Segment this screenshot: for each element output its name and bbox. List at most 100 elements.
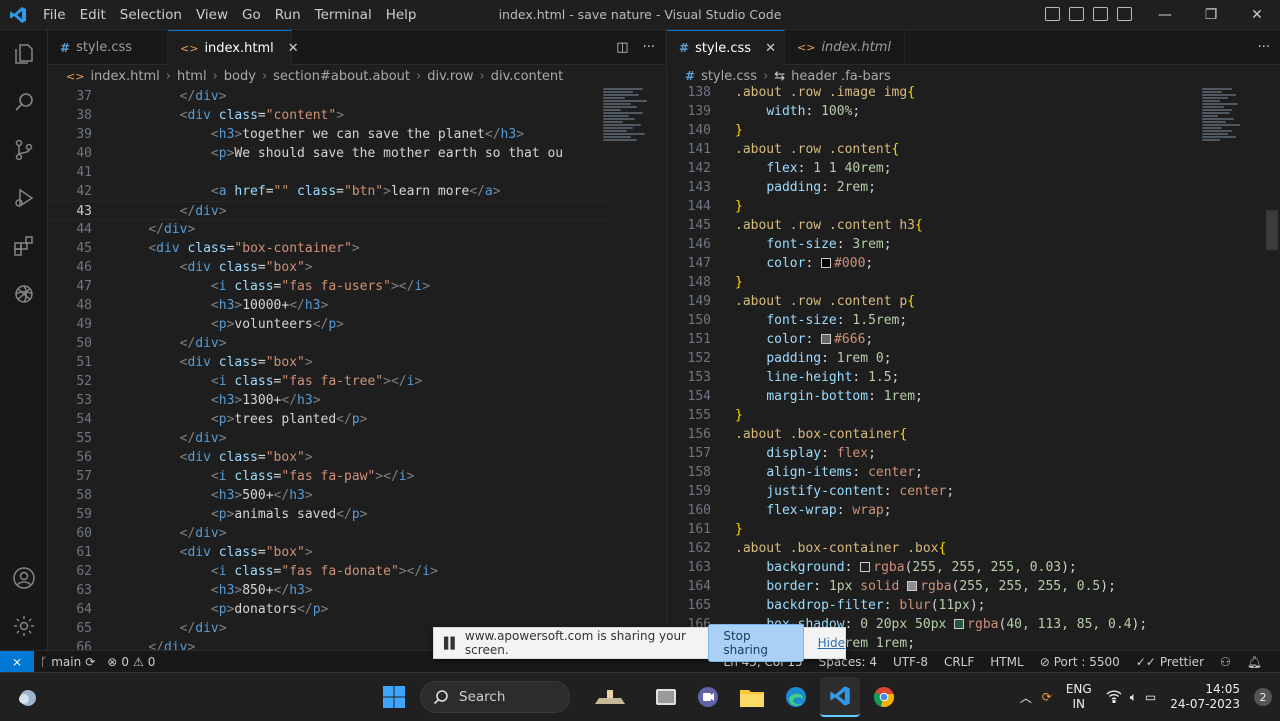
- toggle-sidebar-icon[interactable]: [1045, 7, 1060, 21]
- tab-index-html-preview[interactable]: <> index.html: [785, 30, 905, 65]
- customize-layout-icon[interactable]: [1117, 7, 1132, 21]
- breadcrumb-item[interactable]: div.content: [491, 69, 563, 84]
- close-tab-icon[interactable]: ✕: [765, 41, 776, 56]
- windows-taskbar: Search ︿ ⟳ ENG IN 🔈︎ ▭ 14:05 24-07-2023: [0, 672, 1280, 720]
- account-icon[interactable]: [0, 554, 48, 602]
- speaker-icon[interactable]: 🔈︎: [1130, 690, 1137, 705]
- stop-sharing-button[interactable]: Stop sharing: [708, 624, 804, 662]
- breadcrumb-item[interactable]: html: [177, 69, 207, 84]
- breadcrumb-item[interactable]: section#about.about: [273, 69, 410, 84]
- more-actions-icon[interactable]: ···: [1258, 40, 1270, 55]
- tab-index-html[interactable]: <> index.html ✕: [168, 30, 299, 65]
- sync-status-icon[interactable]: ⟳: [1042, 690, 1052, 704]
- branch-name: main: [51, 654, 82, 669]
- system-tray: ︿ ⟳ ENG IN 🔈︎ ▭ 14:05 24-07-2023 2: [1020, 673, 1280, 721]
- menu-go[interactable]: Go: [235, 0, 268, 30]
- search-highlight-icon[interactable]: [590, 677, 630, 717]
- right-editor-group: # style.css ✕ <> index.html ··· # style.…: [666, 30, 1280, 650]
- weather-widget-icon[interactable]: [8, 677, 48, 717]
- minimap[interactable]: [1202, 87, 1260, 650]
- encoding[interactable]: UTF-8: [887, 655, 934, 669]
- minimize-icon[interactable]: —: [1142, 0, 1188, 30]
- battery-icon[interactable]: ▭: [1145, 690, 1156, 704]
- breadcrumb-item[interactable]: div.row: [427, 69, 473, 84]
- lang-region: IN: [1072, 697, 1086, 711]
- breadcrumb: <> index.html › html › body › section#about…: [66, 68, 564, 84]
- close-window-icon[interactable]: ✕: [1234, 0, 1280, 30]
- wifi-icon[interactable]: [1106, 689, 1122, 706]
- tab-label: style.css: [76, 40, 133, 55]
- notifications-bell-icon[interactable]: 🔔︎: [1241, 655, 1268, 669]
- search-icon[interactable]: [0, 78, 48, 126]
- breadcrumb-item[interactable]: header .fa-bars: [791, 69, 891, 84]
- tab-style-css[interactable]: # style.css: [48, 30, 168, 65]
- menu-terminal[interactable]: Terminal: [308, 0, 379, 30]
- split-editor-icon[interactable]: ◫: [616, 40, 628, 55]
- breadcrumb-item[interactable]: body: [224, 69, 256, 84]
- clock[interactable]: 14:05 24-07-2023: [1170, 682, 1240, 712]
- vscode-logo-icon: [0, 0, 36, 30]
- manage-gear-icon[interactable]: [0, 602, 48, 650]
- taskbar-search[interactable]: Search: [420, 681, 570, 713]
- remote-icon[interactable]: ⨯: [0, 650, 34, 673]
- source-control-icon[interactable]: [0, 126, 48, 174]
- tab-label: index.html: [204, 40, 274, 56]
- menu-run[interactable]: Run: [268, 0, 308, 30]
- menu-view[interactable]: View: [189, 0, 235, 30]
- show-hidden-icons-chevron-icon[interactable]: ︿: [1020, 689, 1032, 706]
- tab-style-css[interactable]: # style.css ✕: [667, 30, 785, 65]
- scrollbar-thumb[interactable]: [1266, 210, 1278, 250]
- menu-help[interactable]: Help: [379, 0, 424, 30]
- windows-start-icon[interactable]: [374, 677, 414, 717]
- prettier-status[interactable]: ✓✓ Prettier: [1130, 655, 1210, 669]
- vscode-taskbar-icon[interactable]: [820, 677, 860, 717]
- breadcrumb-item[interactable]: style.css: [701, 69, 757, 84]
- menu-edit[interactable]: Edit: [73, 0, 113, 30]
- sync-icon[interactable]: ⟳: [85, 655, 95, 669]
- minimap[interactable]: [603, 87, 661, 650]
- menu-file[interactable]: File: [36, 0, 73, 30]
- language-mode[interactable]: HTML: [984, 655, 1029, 669]
- breadcrumb-item[interactable]: index.html: [90, 69, 159, 84]
- branch-indicator[interactable]: ᚴ main ⟳: [34, 655, 101, 669]
- clock-date: 24-07-2023: [1170, 697, 1240, 711]
- run-debug-icon[interactable]: [0, 174, 48, 222]
- edge-browser-icon[interactable]: [776, 677, 816, 717]
- language-indicator[interactable]: ENG IN: [1066, 682, 1092, 712]
- restore-icon[interactable]: ❐: [1188, 0, 1234, 30]
- copilot-icon[interactable]: [0, 270, 48, 318]
- left-tab-bar: # style.css <> index.html ✕ ◫ ···: [48, 30, 665, 65]
- teams-chat-icon[interactable]: [688, 677, 728, 717]
- double-check-icon: ✓✓: [1135, 654, 1156, 669]
- code-area-css[interactable]: 138 .about .row .image img{ 139 width: 10…: [667, 83, 1220, 650]
- toggle-panel-icon[interactable]: [1069, 7, 1084, 21]
- live-server-port[interactable]: ⊘ Port : 5500: [1034, 655, 1126, 669]
- tab-label: style.css: [695, 40, 752, 56]
- task-view-icon[interactable]: [646, 677, 686, 717]
- hide-link[interactable]: Hide: [818, 636, 845, 650]
- problems-indicator[interactable]: ⊗ 0 ⚠ 0: [101, 655, 161, 669]
- window-controls: — ❐ ✕: [1142, 0, 1280, 30]
- error-icon: ⊗: [107, 654, 118, 669]
- end-of-line[interactable]: CRLF: [938, 655, 980, 669]
- left-editor-group: # style.css <> index.html ✕ ◫ ··· <> ind…: [48, 30, 665, 650]
- close-tab-icon[interactable]: ✕: [288, 41, 299, 56]
- file-explorer-icon[interactable]: [732, 677, 772, 717]
- explorer-icon[interactable]: [0, 30, 48, 78]
- title-bar: File Edit Selection View Go Run Terminal…: [0, 0, 1280, 30]
- right-tab-bar: # style.css ✕ <> index.html ···: [667, 30, 1280, 65]
- feedback-icon[interactable]: ⚇: [1214, 655, 1237, 669]
- extensions-icon[interactable]: [0, 222, 48, 270]
- notification-badge[interactable]: 2: [1254, 688, 1272, 706]
- menu-selection[interactable]: Selection: [113, 0, 189, 30]
- chrome-browser-icon[interactable]: [864, 677, 904, 717]
- html-angle-icon: <>: [66, 69, 85, 83]
- code-area-html[interactable]: 37 </div> 38 <div class="content"> 39 <h…: [48, 87, 605, 650]
- search-label: Search: [459, 689, 506, 705]
- branch-icon: ᚴ: [40, 654, 48, 669]
- more-actions-icon[interactable]: ···: [643, 40, 655, 55]
- share-message: www.apowersoft.com is sharing your scree…: [464, 629, 686, 657]
- toggle-secondary-sidebar-icon[interactable]: [1093, 7, 1108, 21]
- html-angle-icon: <>: [797, 41, 816, 54]
- css-hash-icon: #: [60, 40, 71, 55]
